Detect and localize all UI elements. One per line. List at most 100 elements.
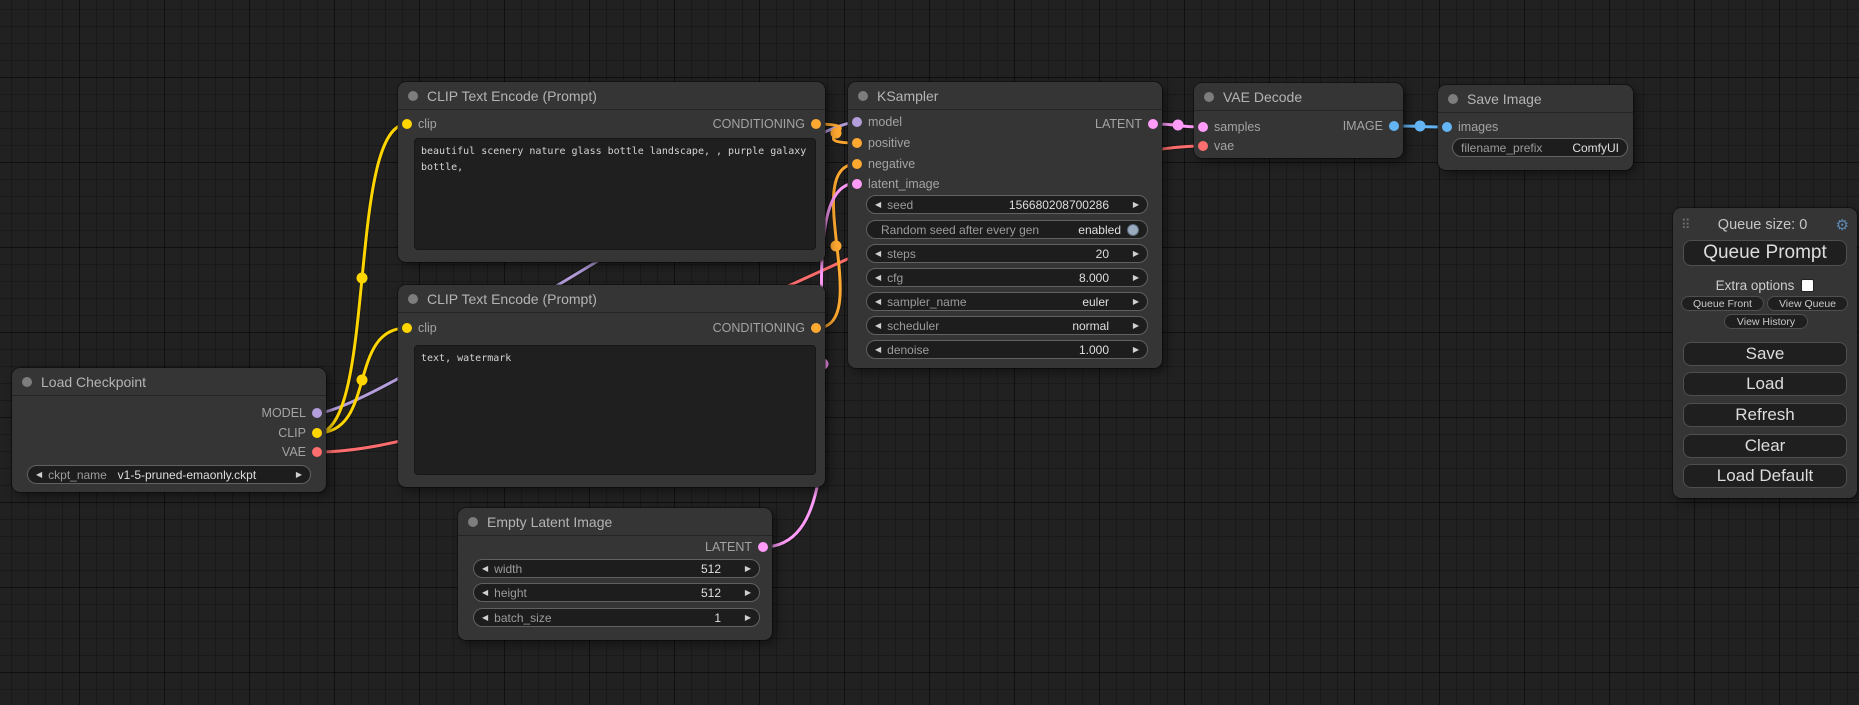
increment-arrow-icon[interactable]: ▶	[1133, 274, 1139, 282]
width-widget[interactable]: ◀ width 512 ▶	[473, 559, 760, 578]
save-button[interactable]: Save	[1683, 342, 1847, 366]
extra-options-row: Extra options	[1673, 277, 1857, 293]
node-title: CLIP Text Encode (Prompt)	[427, 291, 597, 307]
load-button[interactable]: Load	[1683, 372, 1847, 396]
collapse-dot-icon[interactable]	[408, 91, 418, 101]
increment-arrow-icon[interactable]: ▶	[1133, 250, 1139, 258]
decrement-arrow-icon[interactable]: ◀	[875, 250, 881, 258]
height-widget[interactable]: ◀ height 512 ▶	[473, 583, 760, 602]
node-save-image[interactable]: Save Image images filename_prefix ComfyU…	[1438, 85, 1633, 170]
node-title: Load Checkpoint	[41, 374, 146, 390]
input-model: model	[868, 112, 902, 132]
output-image: IMAGE	[1343, 116, 1383, 136]
collapse-dot-icon[interactable]	[858, 91, 868, 101]
increment-arrow-icon[interactable]: ▶	[745, 589, 751, 597]
increment-arrow-icon[interactable]: ▶	[296, 471, 302, 479]
toggle-circle-icon[interactable]	[1127, 224, 1139, 236]
decrement-arrow-icon[interactable]: ◀	[875, 298, 881, 306]
node-empty-latent-image[interactable]: Empty Latent Image LATENT ◀ width 512 ▶ …	[458, 508, 772, 640]
node-title-bar[interactable]: Empty Latent Image	[458, 508, 772, 536]
collapse-dot-icon[interactable]	[468, 517, 478, 527]
node-clip-text-encode-negative[interactable]: CLIP Text Encode (Prompt) clip CONDITION…	[398, 285, 825, 487]
input-clip: clip	[418, 114, 437, 134]
clip-output-port[interactable]	[312, 428, 322, 438]
steps-widget[interactable]: ◀ steps 20 ▶	[866, 244, 1148, 263]
queue-panel-header: ⠿ Queue size: 0 ⚙	[1673, 215, 1857, 235]
decrement-arrow-icon[interactable]: ◀	[875, 322, 881, 330]
vae-output-port[interactable]	[312, 447, 322, 457]
model-input-port[interactable]	[852, 117, 862, 127]
load-default-button[interactable]: Load Default	[1683, 464, 1847, 488]
decrement-arrow-icon[interactable]: ◀	[875, 201, 881, 209]
node-vae-decode[interactable]: VAE Decode samples vae IMAGE	[1194, 83, 1403, 158]
images-input-port[interactable]	[1442, 122, 1452, 132]
prompt-textarea[interactable]: text, watermark	[414, 345, 816, 475]
positive-input-port[interactable]	[852, 138, 862, 148]
clear-button[interactable]: Clear	[1683, 434, 1847, 458]
increment-arrow-icon[interactable]: ▶	[745, 614, 751, 622]
model-output-port[interactable]	[312, 408, 322, 418]
increment-arrow-icon[interactable]: ▶	[1133, 322, 1139, 330]
collapse-dot-icon[interactable]	[1204, 92, 1214, 102]
node-title-bar[interactable]: CLIP Text Encode (Prompt)	[398, 82, 825, 110]
prompt-textarea[interactable]: beautiful scenery nature glass bottle la…	[414, 138, 816, 250]
increment-arrow-icon[interactable]: ▶	[1133, 298, 1139, 306]
view-history-button[interactable]: View History	[1724, 314, 1808, 329]
refresh-button[interactable]: Refresh	[1683, 403, 1847, 427]
collapse-dot-icon[interactable]	[408, 294, 418, 304]
decrement-arrow-icon[interactable]: ◀	[875, 346, 881, 354]
increment-arrow-icon[interactable]: ▶	[1133, 201, 1139, 209]
decrement-arrow-icon[interactable]: ◀	[482, 614, 488, 622]
extra-options-checkbox[interactable]	[1801, 279, 1814, 292]
clip-input-port[interactable]	[402, 323, 412, 333]
conditioning-output-port[interactable]	[811, 323, 821, 333]
decrement-arrow-icon[interactable]: ◀	[482, 565, 488, 573]
filename-prefix-widget[interactable]: filename_prefix ComfyUI	[1452, 138, 1628, 157]
collapse-dot-icon[interactable]	[22, 377, 32, 387]
negative-input-port[interactable]	[852, 159, 862, 169]
samples-input-port[interactable]	[1198, 122, 1208, 132]
node-title-bar[interactable]: Save Image	[1438, 85, 1633, 113]
settings-gear-icon[interactable]: ⚙	[1836, 216, 1849, 234]
cfg-widget[interactable]: ◀ cfg 8.000 ▶	[866, 268, 1148, 287]
input-positive: positive	[868, 133, 910, 153]
collapse-dot-icon[interactable]	[1448, 94, 1458, 104]
scheduler-widget[interactable]: ◀ scheduler normal ▶	[866, 316, 1148, 335]
node-title: VAE Decode	[1223, 89, 1302, 105]
seed-widget[interactable]: ◀ seed 156680208700286 ▶	[866, 195, 1148, 214]
clip-input-port[interactable]	[402, 119, 412, 129]
sampler-name-widget[interactable]: ◀ sampler_name euler ▶	[866, 292, 1148, 311]
node-title-bar[interactable]: VAE Decode	[1194, 83, 1403, 111]
queue-size-label: Queue size: 0	[1690, 217, 1836, 233]
random-seed-toggle-widget[interactable]: Random seed after every gen enabled	[866, 220, 1148, 239]
input-samples: samples	[1214, 117, 1261, 137]
conditioning-output-port[interactable]	[811, 119, 821, 129]
batch-size-widget[interactable]: ◀ batch_size 1 ▶	[473, 608, 760, 627]
queue-front-button[interactable]: Queue Front	[1681, 296, 1764, 311]
increment-arrow-icon[interactable]: ▶	[745, 565, 751, 573]
node-clip-text-encode-positive[interactable]: CLIP Text Encode (Prompt) clip CONDITION…	[398, 82, 825, 262]
node-title-bar[interactable]: CLIP Text Encode (Prompt)	[398, 285, 825, 313]
queue-control-panel: ⠿ Queue size: 0 ⚙ Queue Prompt Extra opt…	[1673, 208, 1857, 498]
increment-arrow-icon[interactable]: ▶	[1133, 346, 1139, 354]
latent-image-input-port[interactable]	[852, 179, 862, 189]
node-title: CLIP Text Encode (Prompt)	[427, 88, 597, 104]
node-ksampler[interactable]: KSampler model positive negative latent_…	[848, 82, 1162, 368]
output-conditioning: CONDITIONING	[713, 114, 805, 134]
latent-output-port[interactable]	[758, 542, 768, 552]
vae-input-port[interactable]	[1198, 141, 1208, 151]
decrement-arrow-icon[interactable]: ◀	[875, 274, 881, 282]
ckpt-name-widget[interactable]: ◀ ckpt_name v1-5-pruned-emaonly.ckpt ▶	[27, 465, 311, 484]
latent-output-port[interactable]	[1148, 119, 1158, 129]
denoise-widget[interactable]: ◀ denoise 1.000 ▶	[866, 340, 1148, 359]
drag-handle-icon[interactable]: ⠿	[1681, 217, 1690, 233]
queue-prompt-button[interactable]: Queue Prompt	[1683, 240, 1847, 266]
decrement-arrow-icon[interactable]: ◀	[482, 589, 488, 597]
view-queue-button[interactable]: View Queue	[1767, 296, 1848, 311]
node-load-checkpoint[interactable]: Load Checkpoint MODEL CLIP VAE ◀ ckpt_na…	[12, 368, 326, 492]
decrement-arrow-icon[interactable]: ◀	[36, 471, 42, 479]
node-title: Save Image	[1467, 91, 1542, 107]
node-title-bar[interactable]: Load Checkpoint	[12, 368, 326, 396]
node-title-bar[interactable]: KSampler	[848, 82, 1162, 110]
image-output-port[interactable]	[1389, 121, 1399, 131]
